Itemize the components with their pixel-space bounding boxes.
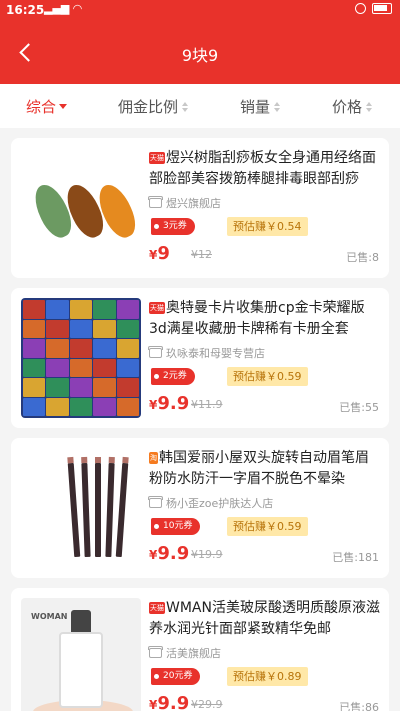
product-title: 淘韩国爱丽小屋双头旋转自动眉笔眉粉防水防汗一字眉不脱色不晕染 — [149, 448, 381, 490]
product-title: 天猫 WMAN活美玻尿酸透明质酸原液滋养水润光针面部紧致精华免邮 — [149, 598, 381, 640]
page-title: 9块9 — [181, 46, 219, 65]
tab-label: 销量 — [240, 98, 271, 116]
product-card[interactable]: WOMAN 天猫 WMAN活美玻尿酸透明质酸原液滋养水润光针面部紧致精华免邮 活美… — [11, 588, 389, 711]
shop-label: 玖咏泰和母婴专营店 — [166, 347, 265, 360]
product-image[interactable]: WOMAN — [21, 598, 141, 711]
estimate-badge: 预估赚￥0.89 — [227, 667, 308, 686]
nav-bar: 9块9 — [0, 22, 400, 84]
tmall-badge: 天猫 — [149, 152, 165, 164]
original-price: ¥29.9 — [191, 698, 223, 711]
store-icon — [148, 496, 163, 508]
tab-label: 佣金比例 — [118, 98, 179, 116]
shop-name: 活美旗舰店 — [148, 645, 221, 661]
shop-name: 杨小歪zoe护肤达人店 — [148, 495, 274, 511]
tab-label: 价格 — [332, 98, 363, 116]
product-title-text: 煜兴树脂刮痧板女全身通用经络面部脸部美容拨筋棒腿排毒眼部刮痧 — [149, 150, 376, 187]
tab-comprehensive[interactable]: 综合 — [26, 96, 68, 117]
price-value: 9.9 — [157, 543, 190, 564]
caret-down-icon — [59, 104, 68, 109]
price-value: 9.9 — [157, 393, 190, 414]
product-image[interactable] — [21, 448, 141, 568]
price-value: 9.9 — [157, 693, 190, 711]
price: ¥9.9 — [149, 543, 189, 564]
product-title: 天猫 奥特曼卡片收集册cp金卡荣耀版3d满星收藏册卡牌稀有卡册全套 — [149, 298, 381, 340]
store-icon — [148, 346, 163, 358]
price-value: 9 — [157, 243, 170, 264]
taobao-badge: 淘 — [149, 452, 158, 464]
shop-name: 煜兴旗舰店 — [148, 195, 221, 211]
estimate-badge: 预估赚￥0.59 — [227, 367, 308, 386]
battery-icon — [372, 3, 392, 14]
tmall-badge: 天猫 — [149, 302, 165, 314]
estimate-badge: 预估赚￥0.59 — [227, 517, 308, 536]
shop-label: 煜兴旗舰店 — [166, 197, 221, 210]
store-icon — [148, 196, 163, 208]
tab-sales[interactable]: 销量 — [240, 96, 281, 117]
original-price: ¥12 — [191, 248, 212, 261]
original-price: ¥19.9 — [191, 548, 223, 561]
coupon-badge: 2元券 — [151, 368, 195, 385]
coupon-badge: 3元券 — [151, 218, 195, 235]
product-title-text: 奥特曼卡片收集册cp金卡荣耀版3d满星收藏册卡牌稀有卡册全套 — [149, 300, 365, 337]
tmall-badge: 天猫 — [149, 602, 165, 614]
price: ¥9.9 — [149, 693, 189, 711]
tab-commission[interactable]: 佣金比例 — [118, 96, 189, 117]
tab-label: 综合 — [26, 98, 57, 116]
sort-arrows-icon — [182, 101, 189, 112]
sort-arrows-icon — [366, 101, 373, 112]
product-image[interactable] — [21, 298, 141, 418]
shop-name: 玖咏泰和母婴专营店 — [148, 345, 265, 361]
price: ¥9.9 — [149, 393, 189, 414]
sort-arrows-icon — [274, 101, 281, 112]
product-title: 天猫 煜兴树脂刮痧板女全身通用经络面部脸部美容拨筋棒腿排毒眼部刮痧 — [149, 148, 381, 190]
product-card[interactable]: 天猫 奥特曼卡片收集册cp金卡荣耀版3d满星收藏册卡牌稀有卡册全套 玖咏泰和母婴专… — [11, 288, 389, 428]
status-time: 16:25 — [6, 3, 45, 17]
product-title-text: 韩国爱丽小屋双头旋转自动眉笔眉粉防水防汗一字眉不脱色不晕染 — [149, 450, 369, 487]
status-bar: 16:25 ▂▄▆ ◠ — [0, 0, 400, 22]
coupon-badge: 10元券 — [151, 518, 201, 535]
product-card[interactable]: 淘韩国爱丽小屋双头旋转自动眉笔眉粉防水防汗一字眉不脱色不晕染 杨小歪zoe护肤达… — [11, 438, 389, 578]
sold-count: 已售:86 — [339, 701, 379, 711]
price: ¥9 — [149, 243, 170, 264]
product-card[interactable]: 天猫 煜兴树脂刮痧板女全身通用经络面部脸部美容拨筋棒腿排毒眼部刮痧 煜兴旗舰店 3… — [11, 138, 389, 278]
estimate-badge: 预估赚￥0.54 — [227, 217, 308, 236]
shop-label: 杨小歪zoe护肤达人店 — [166, 497, 274, 510]
sold-count: 已售:181 — [332, 551, 379, 564]
status-icons — [355, 3, 392, 14]
coupon-badge: 20元券 — [151, 668, 201, 685]
store-icon — [148, 646, 163, 658]
signal-icon: ▂▄▆ ◠ — [44, 2, 82, 15]
sort-bar: 综合 佣金比例 销量 价格 — [0, 84, 400, 128]
sold-count: 已售:8 — [346, 251, 379, 264]
product-image[interactable] — [21, 148, 141, 268]
original-price: ¥11.9 — [191, 398, 223, 411]
image-brand-text: WOMAN — [31, 612, 68, 621]
shop-label: 活美旗舰店 — [166, 647, 221, 660]
product-title-text: WMAN活美玻尿酸透明质酸原液滋养水润光针面部紧致精华免邮 — [149, 600, 380, 637]
tab-price[interactable]: 价格 — [332, 96, 373, 117]
sold-count: 已售:55 — [339, 401, 379, 414]
alarm-icon — [355, 3, 366, 14]
